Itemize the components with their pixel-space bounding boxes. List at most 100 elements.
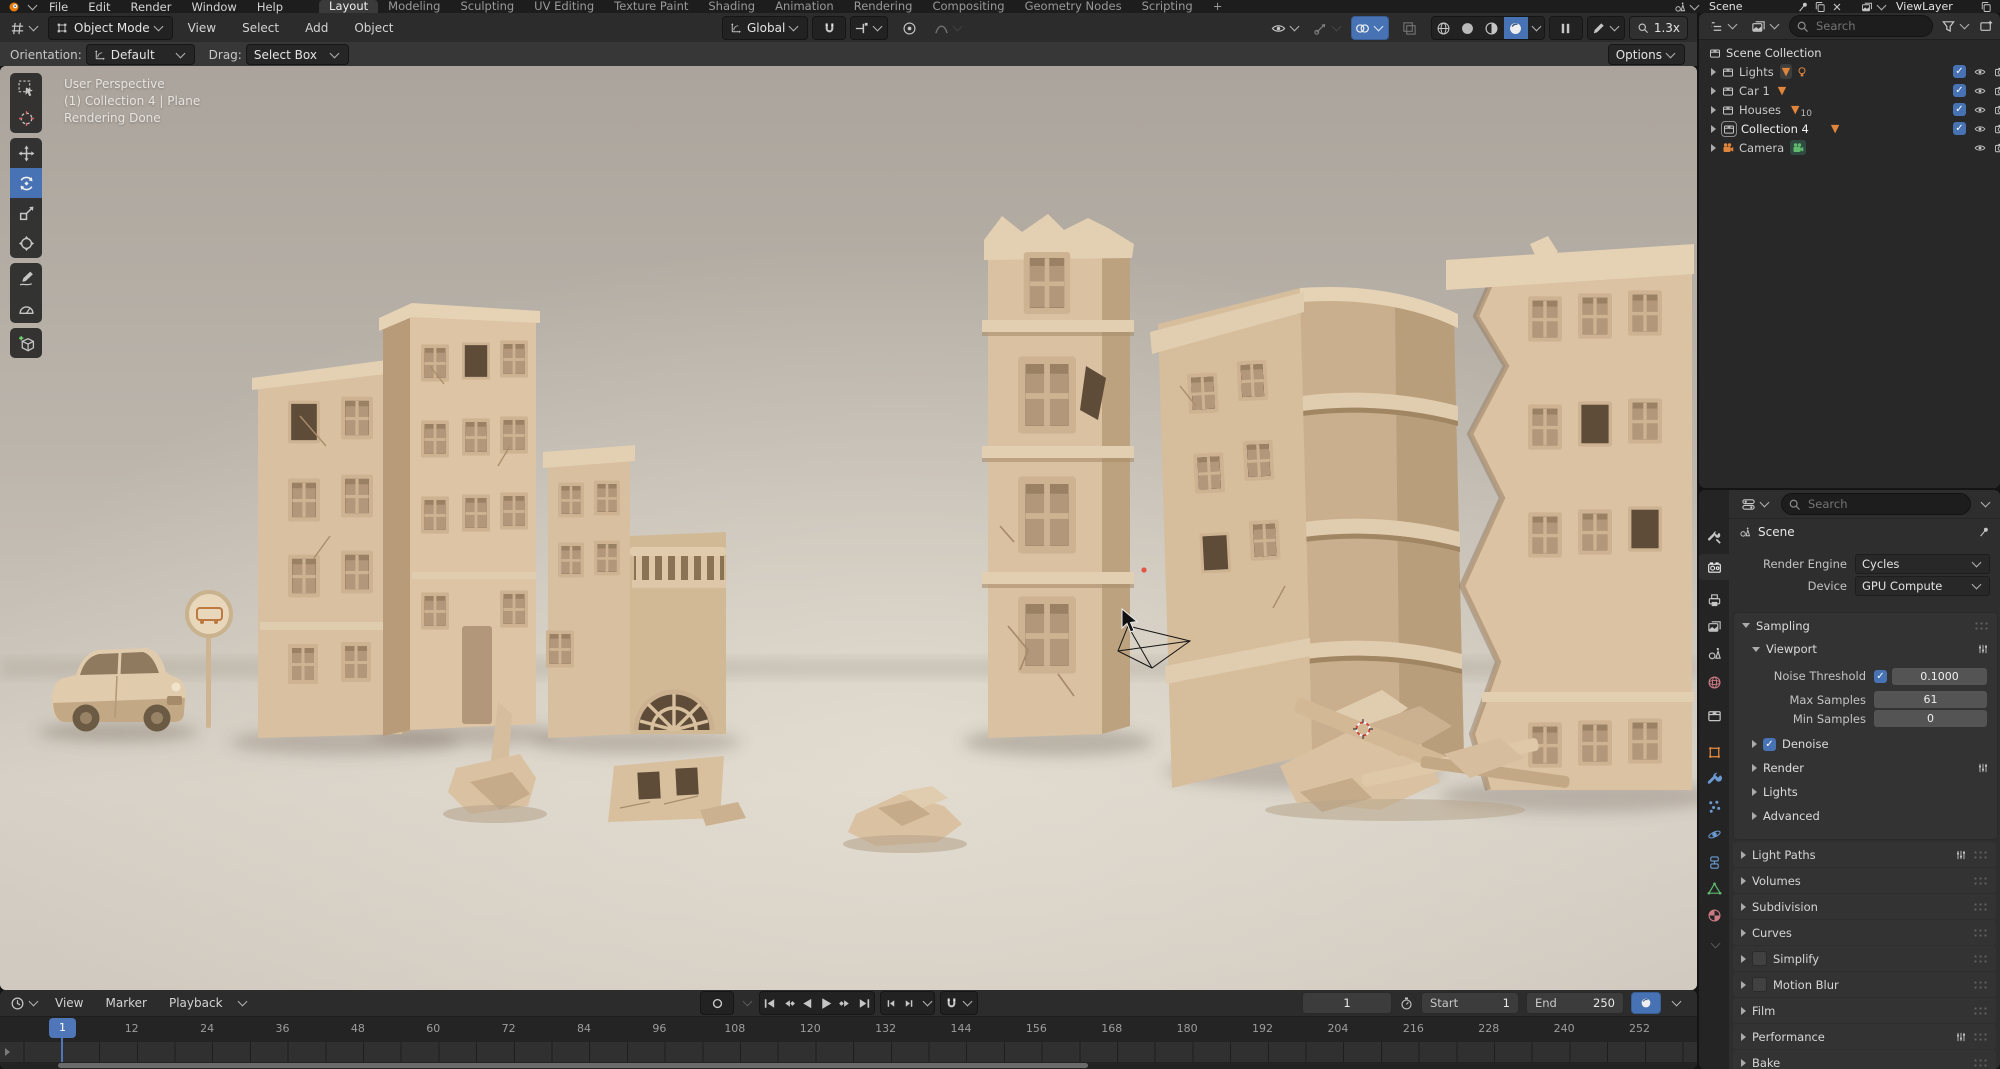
render-engine-dropdown[interactable]: Cycles bbox=[1855, 554, 1990, 574]
tool-measure[interactable] bbox=[10, 293, 42, 323]
expand-icon[interactable] bbox=[1711, 87, 1716, 95]
tab-scene[interactable] bbox=[1699, 640, 1729, 666]
panel-motion-blur[interactable]: ✓ Motion Blur bbox=[1733, 972, 1996, 997]
workspace-tab-sculpting[interactable]: Sculpting bbox=[450, 0, 524, 13]
new-collection-icon[interactable] bbox=[1979, 19, 1994, 34]
properties-search[interactable] bbox=[1781, 493, 1971, 515]
outliner-id-filter-button[interactable] bbox=[1747, 14, 1785, 38]
tab-material[interactable] bbox=[1699, 902, 1729, 928]
proportional-edit-toggle[interactable] bbox=[892, 16, 926, 40]
playhead-line[interactable] bbox=[61, 1034, 63, 1062]
panel-volumes[interactable]: Volumes bbox=[1733, 868, 1996, 893]
tab-view-layer[interactable] bbox=[1699, 613, 1729, 639]
proportional-falloff-selector[interactable] bbox=[930, 16, 968, 40]
viewport-menu-object[interactable]: Object bbox=[343, 21, 404, 35]
workspace-tab-uv-editing[interactable]: UV Editing bbox=[524, 0, 604, 13]
jump-to-end-button[interactable] bbox=[855, 992, 874, 1014]
outliner-filter-button[interactable] bbox=[1937, 14, 1975, 38]
render-visibility-icon[interactable] bbox=[1994, 142, 2000, 154]
pin-icon[interactable] bbox=[1978, 526, 1990, 538]
timeline-ruler[interactable]: 1224364860728496108120132144156168180192… bbox=[0, 1016, 1697, 1043]
exclude-checkbox[interactable]: ✓ bbox=[1953, 122, 1966, 135]
min-samples-value[interactable]: 0 bbox=[1874, 710, 1987, 727]
outliner-search[interactable] bbox=[1789, 15, 1933, 37]
scene-pin-icon[interactable] bbox=[1797, 1, 1809, 13]
panel-subdivision[interactable]: Subdivision bbox=[1733, 894, 1996, 919]
tab-render[interactable] bbox=[1699, 554, 1729, 580]
auto-keying-toggle[interactable] bbox=[700, 991, 734, 1015]
denoise-checkbox[interactable]: ✓ bbox=[1763, 738, 1776, 751]
workspace-tab-shading[interactable]: Shading bbox=[698, 0, 765, 13]
workspace-tab-animation[interactable]: Animation bbox=[765, 0, 844, 13]
hide-eye-icon[interactable] bbox=[1974, 66, 1986, 78]
timeline-scrollbar-handle[interactable] bbox=[58, 1063, 1088, 1068]
sampling-panel-header[interactable]: Sampling bbox=[1734, 613, 1997, 638]
tab-constraints[interactable] bbox=[1699, 849, 1729, 875]
panel-curves[interactable]: Curves bbox=[1733, 920, 1996, 945]
sampling-render-subpanel[interactable]: Render bbox=[1734, 756, 1997, 780]
frame-back-button[interactable] bbox=[881, 992, 900, 1014]
shading-material-button[interactable] bbox=[1480, 17, 1504, 39]
scene-browse-caret[interactable] bbox=[1690, 0, 1700, 10]
properties-editor-type-button[interactable] bbox=[1737, 492, 1775, 516]
play-reverse-button[interactable] bbox=[798, 992, 817, 1014]
menu-help[interactable]: Help bbox=[247, 0, 293, 14]
render-visibility-icon[interactable] bbox=[1994, 123, 2000, 135]
pause-render-button[interactable] bbox=[1549, 16, 1583, 40]
sampling-advanced-subpanel[interactable]: Advanced bbox=[1734, 804, 1997, 828]
panel-bake[interactable]: Bake bbox=[1733, 1050, 1996, 1069]
render-visibility-icon[interactable] bbox=[1994, 104, 2000, 116]
outliner-search-input[interactable] bbox=[1789, 15, 1933, 37]
playback-menu-caret[interactable] bbox=[237, 997, 247, 1007]
object-type-visibility-button[interactable] bbox=[1267, 16, 1305, 40]
frame-step-caret[interactable] bbox=[919, 992, 934, 1014]
expand-icon[interactable] bbox=[1711, 125, 1716, 133]
shading-options-caret[interactable] bbox=[1528, 17, 1544, 39]
denoise-subpanel-header[interactable]: ✓ Denoise bbox=[1734, 732, 1997, 756]
snap-toggle[interactable] bbox=[812, 16, 846, 40]
panel-performance[interactable]: Performance bbox=[1733, 1024, 1996, 1049]
snap-target-selector[interactable] bbox=[850, 16, 888, 40]
tab-collection[interactable] bbox=[1699, 702, 1729, 728]
tool-rotate[interactable] bbox=[10, 168, 42, 198]
stopwatch-icon[interactable] bbox=[1399, 996, 1414, 1011]
panel-film[interactable]: Film bbox=[1733, 998, 1996, 1023]
expand-icon[interactable] bbox=[1711, 106, 1716, 114]
panel-light-paths[interactable]: Light Paths bbox=[1733, 842, 1996, 867]
panel-simplify[interactable]: ✓ Simplify bbox=[1733, 946, 1996, 971]
tab-tool[interactable] bbox=[1699, 524, 1729, 550]
noise-threshold-value[interactable]: 0.1000 bbox=[1892, 668, 1987, 685]
blender-menu-caret[interactable] bbox=[28, 0, 38, 10]
mode-selector[interactable]: Object Mode bbox=[48, 16, 173, 40]
tab-object-data[interactable] bbox=[1699, 875, 1729, 901]
keying-set-caret[interactable] bbox=[743, 997, 753, 1007]
panel-drag-grip[interactable] bbox=[1974, 621, 1989, 630]
view-layer-copy-icon[interactable] bbox=[1980, 1, 1992, 13]
properties-options-caret[interactable] bbox=[1981, 498, 1991, 508]
timeline-track-area[interactable] bbox=[0, 1042, 1697, 1062]
outliner-row-scene-collection[interactable]: Scene Collection bbox=[1699, 43, 2000, 62]
hide-eye-icon[interactable] bbox=[1974, 142, 1986, 154]
noise-threshold-checkbox[interactable]: ✓ bbox=[1874, 670, 1887, 683]
sampling-viewport-subpanel-header[interactable]: Viewport bbox=[1734, 638, 1997, 660]
workspace-tab-geometry-nodes[interactable]: Geometry Nodes bbox=[1015, 0, 1132, 13]
render-visibility-icon[interactable] bbox=[1994, 66, 2000, 78]
channel-expand-icon[interactable] bbox=[5, 1048, 10, 1056]
device-dropdown[interactable]: GPU Compute bbox=[1855, 576, 1990, 596]
tool-select-box[interactable] bbox=[10, 73, 42, 103]
timeline-menu-playback[interactable]: Playback bbox=[158, 996, 234, 1010]
show-overlays-button[interactable] bbox=[1351, 16, 1389, 40]
workspace-tab-scripting[interactable]: Scripting bbox=[1132, 0, 1203, 13]
scene-datablock-icon[interactable] bbox=[1674, 1, 1686, 13]
outliner-row-collection-4[interactable]: Collection 4 ▼ ✓ bbox=[1699, 119, 2000, 138]
menu-render[interactable]: Render bbox=[121, 0, 182, 14]
tool-move[interactable] bbox=[10, 138, 42, 168]
viewport-menu-view[interactable]: View bbox=[177, 21, 227, 35]
exclude-checkbox[interactable]: ✓ bbox=[1953, 84, 1966, 97]
menu-file[interactable]: File bbox=[39, 0, 78, 14]
presets-icon[interactable] bbox=[1977, 762, 1989, 774]
render-visibility-icon[interactable] bbox=[1994, 85, 2000, 97]
workspace-tab-compositing[interactable]: Compositing bbox=[922, 0, 1014, 13]
tab-object[interactable] bbox=[1699, 739, 1729, 765]
presets-icon[interactable] bbox=[1977, 643, 1989, 655]
